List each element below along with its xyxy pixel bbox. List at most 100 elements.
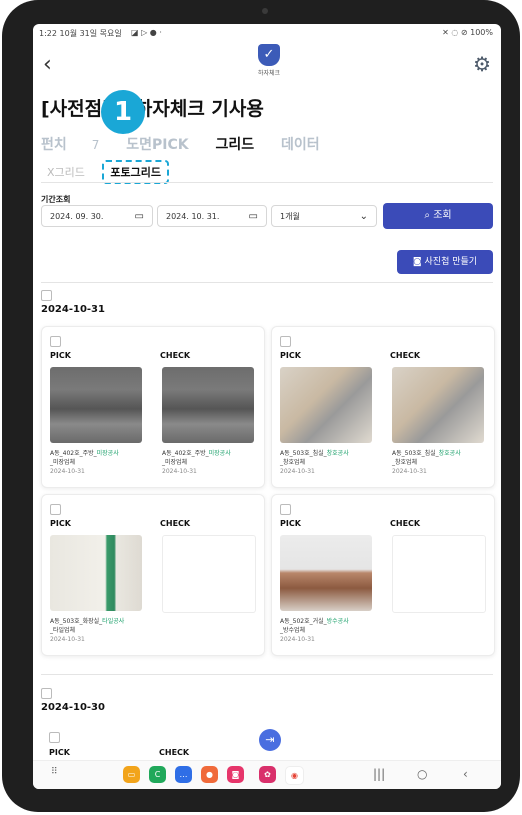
group-checkbox[interactable] <box>41 290 52 301</box>
caption-location: A동_402호_주방_ <box>162 450 209 457</box>
caption-date: 2024-10-31 <box>280 636 315 643</box>
subtab-x-grid[interactable]: X그리드 <box>47 164 85 180</box>
status-indicators: ◪ ▷ ● · <box>131 28 162 37</box>
check-label: CHECK <box>159 748 190 757</box>
message-icon[interactable]: … <box>175 766 192 783</box>
photo-card[interactable]: PICK CHECK A동_503호_침실_창호공사 _창호업체 2024-10… <box>271 326 495 488</box>
card-checkbox[interactable] <box>280 504 291 515</box>
page-title: [사전점검] 하자체크 기사용 <box>41 98 264 120</box>
contacts-icon[interactable]: ● <box>201 766 218 783</box>
calendar-icon[interactable]: ▭ <box>135 206 144 228</box>
start-date-value: 2024. 09. 30. <box>50 212 104 221</box>
caption-trade: 타일공사 <box>102 618 125 625</box>
subtab-photo-grid[interactable]: 포토그리드 <box>102 160 170 184</box>
home-icon[interactable]: ○ <box>417 767 427 781</box>
status-bar: 1:22 10월 31일 목요일 ◪ ▷ ● · ✕ ◌ ⊘ 100% <box>33 24 501 42</box>
pick-caption: A동_503호_화장실_타일공사 _타일업체 2024-10-31 <box>50 617 146 644</box>
pick-label: PICK <box>49 748 70 757</box>
gear-icon[interactable]: ⚙ <box>473 52 491 76</box>
make-album-label: 사진첩 만들기 <box>424 257 478 267</box>
caption-location: A동_503호_화장실_ <box>50 618 103 625</box>
divider <box>41 182 493 183</box>
period-label: 기간조회 <box>41 195 71 204</box>
calendar-icon[interactable]: ▭ <box>249 206 258 228</box>
pick-caption: A동_503호_침실_창호공사 _창호업체 2024-10-31 <box>280 449 376 476</box>
pick-photo[interactable] <box>50 367 142 443</box>
pick-caption: A동_502호_거실_방수공사 _방수업체 2024-10-31 <box>280 617 376 644</box>
status-right: ✕ ◌ ⊘ 100% <box>442 28 493 37</box>
check-label: CHECK <box>160 519 191 528</box>
photo-card[interactable]: PICK CHECK A동_402호_주방_미장공사 _미장업체 2024-10… <box>41 326 265 488</box>
android-nav-bar: ⠿ ▭ C … ● ◙ ✿ ◉ ||| ○ ‹ <box>33 760 501 789</box>
pick-photo[interactable] <box>50 535 142 611</box>
divider <box>41 674 493 675</box>
tab-drawing-pick[interactable]: 도면PICK <box>126 137 188 153</box>
end-date-value: 2024. 10. 31. <box>166 212 220 221</box>
caption-trade: 미장공사 <box>208 450 231 457</box>
camera-icon: ◙ <box>412 257 422 267</box>
photo-card[interactable]: PICK CHECK A동_503호_화장실_타일공사 _타일업체 2024-1… <box>41 494 265 656</box>
chrome-icon[interactable]: ◉ <box>285 766 304 785</box>
photo-card[interactable]: PICK CHECK A동_502호_거실_방수공사 _방수업체 2024-10… <box>271 494 495 656</box>
camera-icon[interactable]: ◙ <box>227 766 244 783</box>
range-select[interactable]: 1개월 ⌄ <box>271 205 377 227</box>
caption-date: 2024-10-31 <box>280 468 315 475</box>
card-checkbox[interactable] <box>50 336 61 347</box>
app-logo: ✓ 하자체크 <box>255 44 283 84</box>
front-camera <box>262 8 268 14</box>
recents-icon[interactable]: ||| <box>373 767 385 781</box>
tab-punch-label: 펀치 <box>41 137 67 153</box>
caption-trade: 미장공사 <box>96 450 119 457</box>
check-label: CHECK <box>160 351 191 360</box>
caption-location: A동_402호_주방_ <box>50 450 97 457</box>
floating-login-icon[interactable]: ⇥ <box>259 729 281 751</box>
tab-data[interactable]: 데이터 <box>281 137 320 153</box>
gallery-icon[interactable]: ✿ <box>259 766 276 783</box>
pick-label: PICK <box>50 519 71 528</box>
status-time: 1:22 10월 31일 목요일 <box>39 29 122 38</box>
app-grid-icon[interactable]: ⠿ <box>51 767 58 777</box>
check-photo-empty[interactable] <box>162 535 256 613</box>
check-photo[interactable] <box>162 367 254 443</box>
caption-location: A동_503호_침실_ <box>280 450 327 457</box>
pick-photo[interactable] <box>280 367 372 443</box>
end-date-field[interactable]: 2024. 10. 31. ▭ <box>157 205 267 227</box>
check-label: CHECK <box>390 351 421 360</box>
card-checkbox[interactable] <box>280 336 291 347</box>
tab-grid[interactable]: 그리드 <box>216 137 255 153</box>
caption-location: A동_503호_침실_ <box>392 450 439 457</box>
caption-company: _창호업체 <box>392 459 418 466</box>
caption-company: _미장업체 <box>50 459 76 466</box>
card-checkbox[interactable] <box>50 504 61 515</box>
pick-photo[interactable] <box>280 535 372 611</box>
back-chevron-icon[interactable]: ‹ <box>43 54 52 76</box>
caption-company: _방수업체 <box>280 627 306 634</box>
check-shield-icon: ✓ <box>258 44 280 66</box>
caption-trade: 방수공사 <box>326 618 349 625</box>
check-photo[interactable] <box>392 367 484 443</box>
caption-date: 2024-10-31 <box>392 468 427 475</box>
caption-company: _창호업체 <box>280 459 306 466</box>
group-checkbox[interactable] <box>41 688 52 699</box>
caption-company: _타일업체 <box>50 627 76 634</box>
group-date: 2024-10-30 <box>41 702 105 713</box>
caption-date: 2024-10-31 <box>50 468 85 475</box>
screen: 1:22 10월 31일 목요일 ◪ ▷ ● · ✕ ◌ ⊘ 100% ‹ ✓ … <box>33 24 501 789</box>
caption-location: A동_502호_거실_ <box>280 618 327 625</box>
search-button[interactable]: ⌕ 조회 <box>383 203 493 229</box>
pick-caption: A동_402호_주방_미장공사 _미장업체 2024-10-31 <box>50 449 146 476</box>
phone-icon[interactable]: C <box>149 766 166 783</box>
check-label: CHECK <box>390 519 421 528</box>
caption-trade: 창호공사 <box>326 450 349 457</box>
folder-icon[interactable]: ▭ <box>123 766 140 783</box>
logo-text: 하자체크 <box>257 70 281 77</box>
make-album-button[interactable]: ◙ 사진첩 만들기 <box>397 250 493 274</box>
back-icon[interactable]: ‹ <box>463 767 468 781</box>
check-photo-empty[interactable] <box>392 535 486 613</box>
tab-punch[interactable]: 펀치 7 <box>41 137 99 153</box>
pick-label: PICK <box>280 519 301 528</box>
start-date-field[interactable]: 2024. 09. 30. ▭ <box>41 205 153 227</box>
check-caption: A동_503호_침실_창호공사 _창호업체 2024-10-31 <box>392 449 488 476</box>
card-checkbox[interactable] <box>49 732 60 743</box>
tab-punch-count: 7 <box>91 138 100 152</box>
